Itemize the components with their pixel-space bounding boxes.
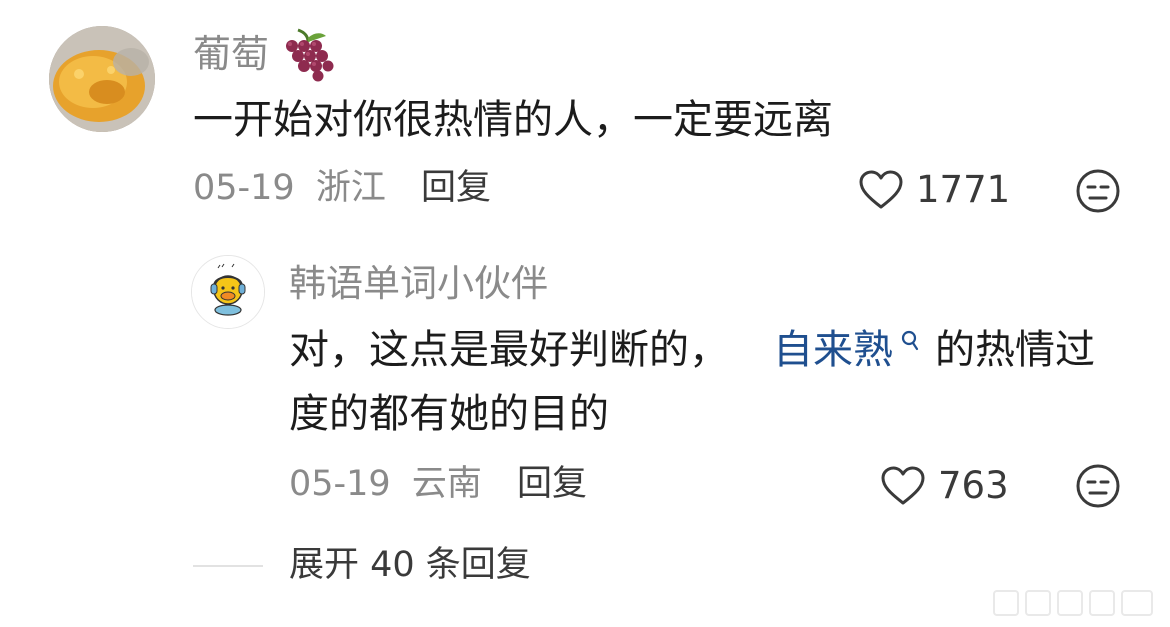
duck-avatar-icon (192, 256, 264, 328)
like-button[interactable]: 763 (880, 462, 1009, 510)
search-icon[interactable] (900, 330, 920, 352)
avatar[interactable] (49, 26, 155, 132)
comment-text: 一开始对你很热情的人，一定要远离 (193, 97, 833, 143)
comment-location: 浙江 (315, 168, 386, 208)
reply-date: 05-19 (289, 464, 391, 504)
comment-date: 05-19 (193, 168, 295, 208)
reply-avatar[interactable] (191, 255, 265, 329)
like-count: 763 (938, 464, 1009, 507)
reply-author[interactable]: 韩语单词小伙伴 (289, 261, 548, 307)
reply-button[interactable]: 回复 (517, 462, 587, 506)
reply-text-line1: 对，这点是最好判断的， (289, 327, 729, 373)
reply-button[interactable]: 回复 (421, 166, 491, 210)
reply-meta: 05-19 云南 (289, 462, 482, 506)
reply-location: 云南 (411, 464, 482, 504)
heart-icon (881, 466, 925, 505)
comment-meta: 05-19 浙江 (193, 166, 386, 210)
reply-text-line1-suffix: 的热情过 (935, 327, 1095, 373)
divider (193, 565, 263, 567)
expand-replies-button[interactable]: 展开 40 条回复 (289, 543, 531, 587)
dislike-face-icon[interactable] (1075, 168, 1121, 214)
comment-author[interactable]: 葡萄 (193, 30, 269, 78)
reply-text-line2: 度的都有她的目的 (289, 391, 609, 437)
like-button[interactable]: 1771 (858, 166, 1010, 214)
avatar-image (49, 26, 155, 132)
heart-icon (859, 170, 903, 209)
dislike-face-icon[interactable] (1075, 463, 1121, 509)
watermark-logo (993, 590, 1153, 616)
like-count: 1771 (916, 168, 1011, 211)
search-link[interactable]: 自来熟 (773, 324, 893, 376)
grape-icon (286, 28, 334, 82)
